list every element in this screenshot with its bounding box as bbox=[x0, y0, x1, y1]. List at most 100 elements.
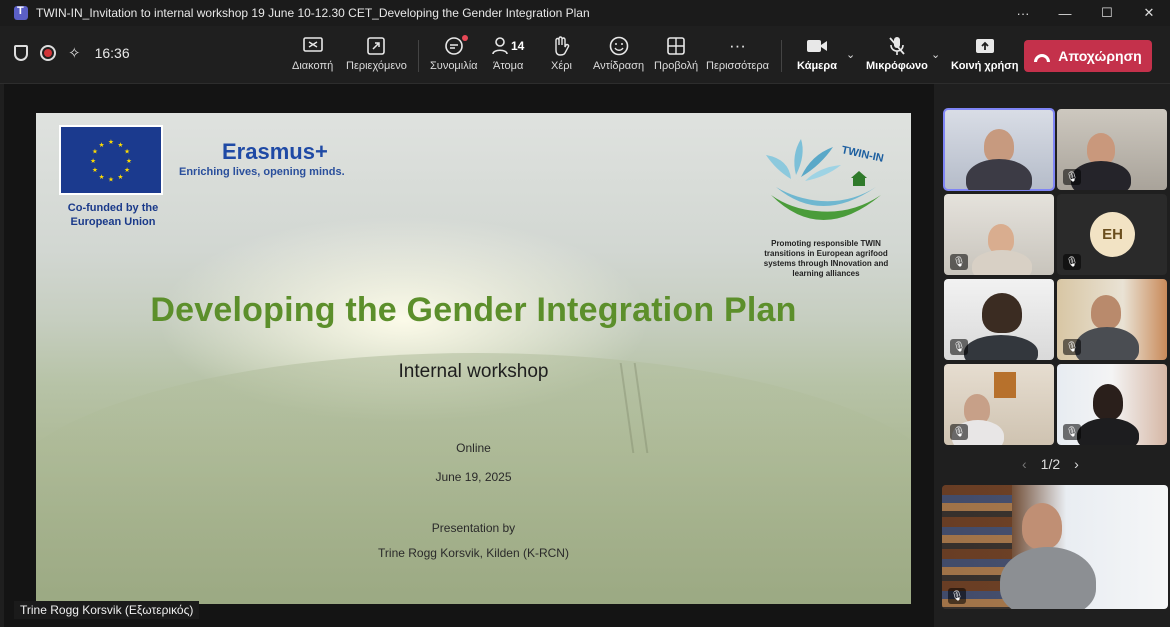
sparkle-icon[interactable]: ✧ bbox=[68, 44, 81, 62]
slide-presenter: Trine Rogg Korsvik, Kilden (K-RCN) bbox=[378, 546, 569, 560]
camera-label: Κάμερα bbox=[797, 60, 837, 72]
maximize-button[interactable]: ☐ bbox=[1086, 0, 1128, 26]
content-label: Περιεχόμενο bbox=[346, 60, 407, 72]
microphone-button[interactable]: Μικρόφωνο bbox=[866, 34, 928, 72]
erasmus-tagline: Enriching lives, opening minds. bbox=[179, 166, 345, 178]
participant-face bbox=[1091, 295, 1121, 329]
eu-stars-icon: ★ ★★ ★★★ ★★★ ★★★ bbox=[90, 138, 132, 184]
close-button[interactable]: ✕ bbox=[1128, 0, 1170, 26]
camera-options-chevron-icon[interactable]: ⌄ bbox=[846, 48, 855, 61]
content-button[interactable]: Περιεχόμενο bbox=[346, 34, 407, 72]
participant-body bbox=[1000, 547, 1096, 609]
participant-face bbox=[982, 293, 1022, 333]
svg-text:★: ★ bbox=[126, 157, 132, 165]
erasmus-logo-text: Erasmus+ bbox=[222, 139, 328, 164]
content-icon bbox=[367, 34, 386, 58]
stop-presenting-label: Διακοπή bbox=[292, 60, 334, 72]
participant-body bbox=[964, 335, 1038, 360]
participant-face bbox=[984, 129, 1014, 163]
leave-label: Αποχώρηση bbox=[1058, 48, 1142, 64]
people-button[interactable]: 14 Άτομα bbox=[492, 34, 524, 72]
participant-tile[interactable]: 🎙 bbox=[944, 364, 1054, 445]
window-controls: ··· — ☐ ✕ bbox=[1002, 0, 1170, 26]
chat-button[interactable]: Συνομιλία bbox=[430, 34, 478, 72]
participant-tile[interactable]: 🎙 bbox=[944, 279, 1054, 360]
meeting-toolbar: ✧ 16:36 Διακοπή Περιεχόμενο Συνομιλία 14… bbox=[0, 26, 1170, 84]
window-title: TWIN-IN_Invitation to internal workshop … bbox=[36, 6, 590, 20]
twin-in-tagline: Promoting responsible TWIN transitions i… bbox=[763, 239, 889, 278]
participant-tile[interactable]: EH 🎙 bbox=[1057, 194, 1167, 275]
microphone-label: Μικρόφωνο bbox=[866, 60, 928, 72]
chat-label: Συνομιλία bbox=[430, 60, 478, 72]
view-label: Προβολή bbox=[654, 60, 699, 72]
participant-body bbox=[1075, 327, 1139, 360]
slide-date: June 19, 2025 bbox=[435, 470, 512, 484]
mic-off-icon: 🎙 bbox=[1063, 339, 1081, 355]
participant-body bbox=[972, 250, 1032, 275]
react-button[interactable]: Αντίδραση bbox=[593, 34, 644, 72]
leave-button[interactable]: Αποχώρηση bbox=[1024, 40, 1152, 72]
previous-page-icon[interactable]: ‹ bbox=[1022, 456, 1027, 472]
participant-tile[interactable]: 🎙 bbox=[1057, 364, 1167, 445]
presentation-slide: ★ ★ ★ ★ ★ ★ ★ ★ ★ ★ ★ ★ Co-funded by the Europea… bbox=[36, 113, 911, 604]
next-page-icon[interactable]: › bbox=[1074, 456, 1079, 472]
notification-dot bbox=[461, 35, 468, 41]
more-button[interactable]: ··· Περισσότερα bbox=[706, 34, 769, 72]
phone-hangup-icon bbox=[1034, 53, 1051, 62]
view-button[interactable]: Προβολή bbox=[654, 34, 698, 72]
svg-text:★: ★ bbox=[124, 166, 130, 174]
slide-presented-by: Presentation by bbox=[431, 521, 516, 535]
stop-present-icon bbox=[302, 34, 323, 58]
svg-text:★: ★ bbox=[108, 138, 114, 146]
react-label: Αντίδραση bbox=[593, 60, 645, 72]
more-options-icon[interactable]: ··· bbox=[1002, 0, 1044, 26]
more-dots-icon: ··· bbox=[728, 36, 746, 55]
hand-icon bbox=[552, 34, 570, 58]
mic-off-icon: 🎙 bbox=[950, 254, 968, 270]
mic-options-chevron-icon[interactable]: ⌄ bbox=[931, 48, 940, 61]
camera-button[interactable]: Κάμερα bbox=[797, 34, 837, 72]
toolbar-divider bbox=[781, 40, 782, 72]
mic-off-icon: 🎙 bbox=[1063, 424, 1081, 440]
mic-off-icon: 🎙 bbox=[950, 424, 968, 440]
raise-hand-label: Χέρι bbox=[551, 60, 572, 72]
people-icon: 14 bbox=[492, 34, 524, 58]
slide-subtitle: Internal workshop bbox=[398, 361, 549, 382]
gallery-page-indicator: 1/2 bbox=[1040, 456, 1061, 472]
svg-text:★: ★ bbox=[117, 173, 123, 181]
camera-icon bbox=[806, 34, 828, 58]
teams-logo-icon bbox=[14, 5, 28, 20]
participant-tile[interactable] bbox=[943, 108, 1055, 191]
chat-icon bbox=[444, 34, 468, 58]
meeting-timer: 16:36 bbox=[94, 45, 130, 61]
mic-off-icon: 🎙 bbox=[948, 588, 966, 604]
participant-face bbox=[1022, 503, 1062, 549]
raise-hand-button[interactable]: Χέρι bbox=[551, 34, 572, 72]
svg-text:★: ★ bbox=[92, 166, 98, 174]
slide-online: Online bbox=[456, 441, 491, 455]
participant-avatar: EH bbox=[1090, 212, 1135, 257]
participant-tile[interactable]: 🎙 bbox=[1057, 279, 1167, 360]
participant-body bbox=[966, 159, 1032, 190]
wall-picture bbox=[994, 372, 1016, 398]
svg-text:★: ★ bbox=[99, 141, 105, 149]
recording-icon[interactable] bbox=[40, 45, 56, 61]
minimize-button[interactable]: — bbox=[1044, 0, 1086, 26]
share-button[interactable]: Κοινή χρήση bbox=[951, 34, 1018, 72]
presenter-name-label: Trine Rogg Korsvik (Εξωτερικός) bbox=[14, 601, 200, 619]
svg-text:★: ★ bbox=[99, 173, 105, 181]
participant-body bbox=[1077, 418, 1139, 445]
shield-icon[interactable] bbox=[14, 45, 28, 61]
mic-off-icon: 🎙 bbox=[1063, 254, 1081, 270]
svg-text:★: ★ bbox=[117, 141, 123, 149]
eu-flag-logo: ★ ★ ★ ★ ★ ★ ★ ★ ★ ★ ★ ★ bbox=[59, 125, 163, 195]
stop-presenting-button[interactable]: Διακοπή bbox=[292, 34, 333, 72]
svg-text:★: ★ bbox=[124, 147, 130, 155]
self-view-tile[interactable]: 🎙 bbox=[942, 485, 1168, 609]
participant-tile[interactable]: 🎙 bbox=[1057, 109, 1167, 190]
more-label: Περισσότερα bbox=[706, 60, 769, 72]
participant-tile[interactable]: 🎙 bbox=[944, 194, 1054, 275]
grid-view-icon bbox=[667, 34, 685, 58]
mic-off-icon: 🎙 bbox=[950, 339, 968, 355]
smiley-icon bbox=[609, 34, 629, 58]
